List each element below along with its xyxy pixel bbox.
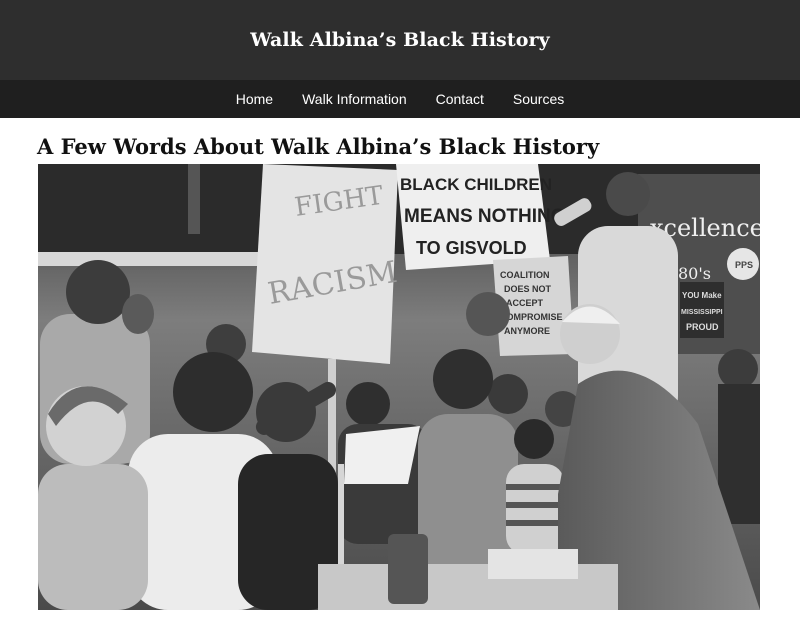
protest-photo: xcellence 80's PPS FIGHT RACISM BLACK CH… [38,164,760,610]
main-sign-line3: TO GISVOLD [416,238,527,258]
water-pitcher [388,534,428,604]
mississippi-sign: YOU Make MISSISSIPPI PROUD [680,282,724,338]
coalition-line1: COALITION [500,270,550,280]
coalition-line5: ANYMORE [504,326,550,336]
protest-photo-illustration: xcellence 80's PPS FIGHT RACISM BLACK CH… [38,164,760,610]
mississippi-line3: PROUD [686,322,719,332]
nav-link-contact[interactable]: Contact [436,89,484,109]
page-title: A Few Words About Walk Albina’s Black Hi… [37,134,600,159]
site-header: Walk Albina’s Black History [0,0,800,80]
coalition-line2: DOES NOT [504,284,552,294]
white-flag [344,426,420,484]
mississippi-line2: MISSISSIPPI [681,309,723,316]
papers-on-table [488,549,578,579]
nav-link-walk-information[interactable]: Walk Information [302,89,407,109]
banner-year: 80's [678,264,711,283]
nav-link-home[interactable]: Home [236,89,273,109]
ceiling-beam [188,164,200,234]
nav-link-sources[interactable]: Sources [513,89,564,109]
coalition-line3: ACCEPT [506,298,544,308]
mississippi-line1: YOU Make [682,291,722,300]
main-sign-line1: BLACK CHILDREN [400,175,552,194]
main-navigation: Home Walk Information Contact Sources [0,80,800,118]
main-sign-line2: MEANS NOTHING [404,206,566,227]
black-children-sign: BLACK CHILDREN MEANS NOTHING TO GISVOLD [396,164,566,270]
pps-badge-text: PPS [735,260,753,270]
site-title[interactable]: Walk Albina’s Black History [250,29,550,51]
